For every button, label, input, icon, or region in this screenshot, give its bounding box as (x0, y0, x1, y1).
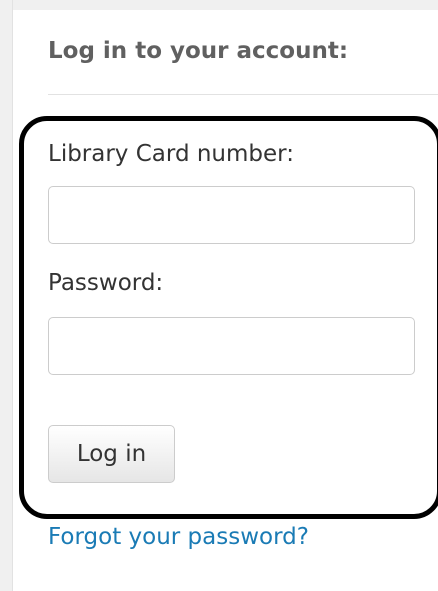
panel-top-strip (13, 0, 438, 10)
login-heading: Log in to your account: (48, 38, 349, 64)
login-panel: Log in to your account: Library Card num… (12, 0, 438, 591)
library-card-input[interactable] (48, 186, 415, 244)
forgot-password-link[interactable]: Forgot your password? (48, 524, 309, 550)
log-in-button[interactable]: Log in (48, 425, 175, 483)
password-label: Password: (48, 270, 164, 296)
heading-divider (48, 94, 438, 95)
password-input[interactable] (48, 317, 415, 375)
library-card-label: Library Card number: (48, 141, 294, 167)
